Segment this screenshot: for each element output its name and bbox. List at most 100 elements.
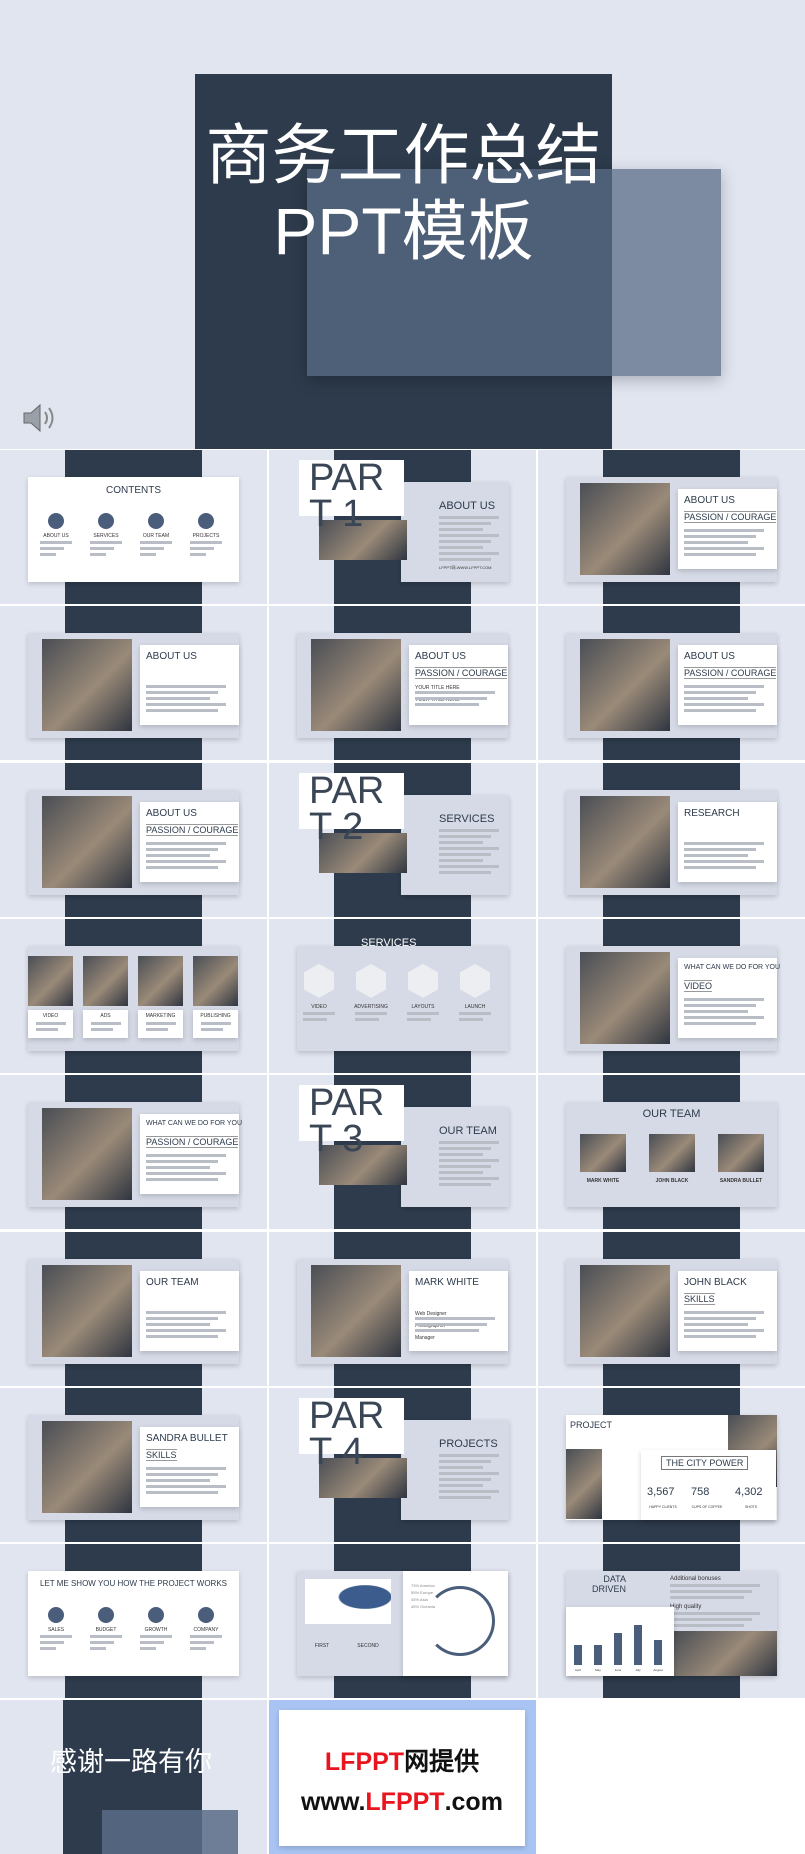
slide-card: RESEARCH — [566, 789, 777, 895]
text-line — [684, 709, 756, 713]
text-line — [415, 1316, 495, 1320]
text-card: ABOUT US PASSION / COURAGE — [678, 645, 777, 726]
item-icon — [98, 1607, 114, 1624]
text-line — [439, 534, 499, 537]
text-line — [90, 541, 122, 544]
text-line — [36, 1027, 58, 1031]
slide-thumbnail[interactable]: ABOUT US — [0, 606, 267, 761]
text-line — [439, 858, 483, 862]
slide-thumbnail[interactable]: VIDEO ADVERTISING LAYOUTS LAUNCH SERVICES — [269, 918, 536, 1073]
slide-thumbnail[interactable]: LFPPT网提供 www.LFPPT.com — [269, 1700, 536, 1854]
slide-thumbnail[interactable]: RESEARCH — [538, 762, 805, 917]
stat-value: 4,302 — [735, 1485, 763, 1498]
text-card: WHAT CAN WE DO FOR YOU PASSION / COURAGE — [140, 1114, 242, 1195]
slide-thumbnail[interactable]: FIRST SECOND 73% America 55% Europe 45% Asia… — [269, 1544, 536, 1699]
text-line — [439, 516, 499, 519]
slide-thumbnail[interactable]: SANDRA BULLET SKILLS — [0, 1387, 267, 1542]
text-line — [303, 1017, 327, 1021]
slide-subtitle: PASSION / COURAGE — [684, 667, 777, 680]
text-card: RESEARCH — [678, 801, 777, 882]
service-label: LAYOUTS — [411, 1003, 435, 1010]
text-line — [670, 1612, 760, 1616]
part-card: SERVICES — [401, 794, 509, 895]
slide-card: LET ME SHOW YOU HOW THE PROJECT WORKS SAL… — [28, 1571, 239, 1677]
text-line — [190, 547, 214, 550]
text-line — [684, 535, 756, 538]
text-line — [684, 1015, 764, 1019]
slide-title: ABOUT US — [146, 651, 197, 663]
item-icon — [198, 513, 214, 529]
text-line — [439, 1465, 483, 1469]
text-line — [684, 547, 764, 550]
slide-subtitle: SKILLS — [684, 1292, 715, 1305]
text-line — [670, 1584, 760, 1588]
slide-thumbnail[interactable]: PROJECTS PAR T 4 — [269, 1387, 536, 1542]
slide-title: WHAT CAN WE DO FOR YOU — [684, 963, 781, 971]
slide-thumbnail[interactable]: SERVICES PAR T 2 — [269, 762, 536, 917]
text-card: ABOUT US — [140, 645, 239, 726]
slide-thumbnail[interactable]: CONTENTS ABOUT US SERVICES OUR TEAM PROJECTS — [0, 450, 267, 604]
slide-photo — [580, 951, 670, 1044]
slide-thumbnail[interactable]: VIDEO ADS MARKETING PUBLISHING — [0, 918, 267, 1073]
slide-card: OUR TEAM — [28, 1258, 239, 1364]
slide-thumbnail[interactable]: ABOUT US PASSION / COURAGE YOUR TITLE HERE… — [269, 606, 536, 761]
item-card: VIDEO — [28, 1009, 73, 1038]
text-line — [91, 1027, 113, 1031]
bar-label: August — [653, 1668, 663, 1673]
slide-thumbnail[interactable]: OUR TEAM PAR T 3 — [269, 1075, 536, 1230]
text-line — [146, 1178, 218, 1182]
slide-thumbnail[interactable]: ABOUT US PASSION / COURAGE — [0, 762, 267, 917]
text-line — [439, 834, 491, 838]
slide-thumbnail[interactable]: DATA DRIVEN Additional bonuses High qualit… — [538, 1544, 805, 1699]
text-line — [146, 859, 226, 863]
service-hex — [408, 963, 438, 998]
bar — [614, 1633, 622, 1666]
text-line — [684, 1310, 764, 1314]
text-line — [439, 1141, 499, 1145]
slide-title: ABOUT US — [146, 807, 197, 819]
text-line — [439, 1483, 483, 1487]
text-line — [140, 1647, 156, 1651]
text-line — [670, 1590, 752, 1594]
slide-title: CONTENTS — [106, 485, 161, 496]
slide-thumbnail[interactable]: WHAT CAN WE DO FOR YOU VIDEO — [538, 918, 805, 1073]
slide-thumbnail[interactable]: ABOUT US PASSION / COURAGE — [538, 450, 805, 604]
slide-thumbnail[interactable]: ABOUT US LFPPT网-WWW.LFPPT.COM PAR T 1 — [269, 450, 536, 604]
text-line — [140, 553, 156, 556]
item-label: SERVICES — [93, 533, 119, 539]
part-number: PAR T 1 — [299, 459, 404, 533]
text-line — [146, 1160, 218, 1164]
text-card: JOHN BLACK SKILLS — [678, 1270, 777, 1351]
slide-thumbnail[interactable]: JOHN BLACK SKILLS — [538, 1231, 805, 1386]
slide-photo — [42, 639, 132, 732]
text-line — [201, 1027, 223, 1031]
service-label: VIDEO — [311, 1003, 327, 1010]
speaker-icon[interactable] — [20, 400, 60, 436]
slide-card: ABOUT US — [28, 633, 239, 739]
text-line — [684, 1328, 764, 1332]
text-line — [146, 1172, 226, 1176]
text-line — [146, 1334, 218, 1338]
slide-thumbnail[interactable]: 感谢一路有你 — [0, 1700, 267, 1854]
text-line — [90, 547, 114, 550]
slide-thumbnail[interactable]: ABOUT US PASSION / COURAGE — [538, 606, 805, 761]
member-photo — [718, 1134, 764, 1173]
part-section-title: OUR TEAM — [439, 1125, 497, 1138]
text-line — [684, 1021, 756, 1025]
part-section-title: PROJECTS — [439, 1437, 498, 1450]
stats-title: THE CITY POWER — [661, 1455, 749, 1470]
slide-thumbnail[interactable]: OUR TEAM MARK WHITE JOHN BLACK SANDRA BULLE… — [538, 1075, 805, 1230]
text-line — [439, 1471, 499, 1475]
arc-label: 73% America — [411, 1583, 435, 1589]
text-line — [415, 1328, 479, 1332]
text-card: ABOUT US PASSION / COURAGE — [678, 489, 777, 569]
thumbnail-photo — [138, 955, 183, 1006]
slide-thumbnail[interactable]: OUR TEAM — [0, 1231, 267, 1386]
text-line — [190, 1647, 206, 1651]
slide-thumbnail[interactable]: MARK WHITE Web Designer Photographer Manage… — [269, 1231, 536, 1386]
slide-thumbnail[interactable]: PROJECT THE CITY POWER 3,567 HAPPY CLIENTS 7… — [538, 1387, 805, 1542]
hand-photo — [674, 1631, 777, 1677]
text-line — [439, 1183, 491, 1187]
slide-thumbnail[interactable]: WHAT CAN WE DO FOR YOU PASSION / COURAGE — [0, 1075, 267, 1230]
slide-thumbnail[interactable]: LET ME SHOW YOU HOW THE PROJECT WORKS SAL… — [0, 1544, 267, 1699]
